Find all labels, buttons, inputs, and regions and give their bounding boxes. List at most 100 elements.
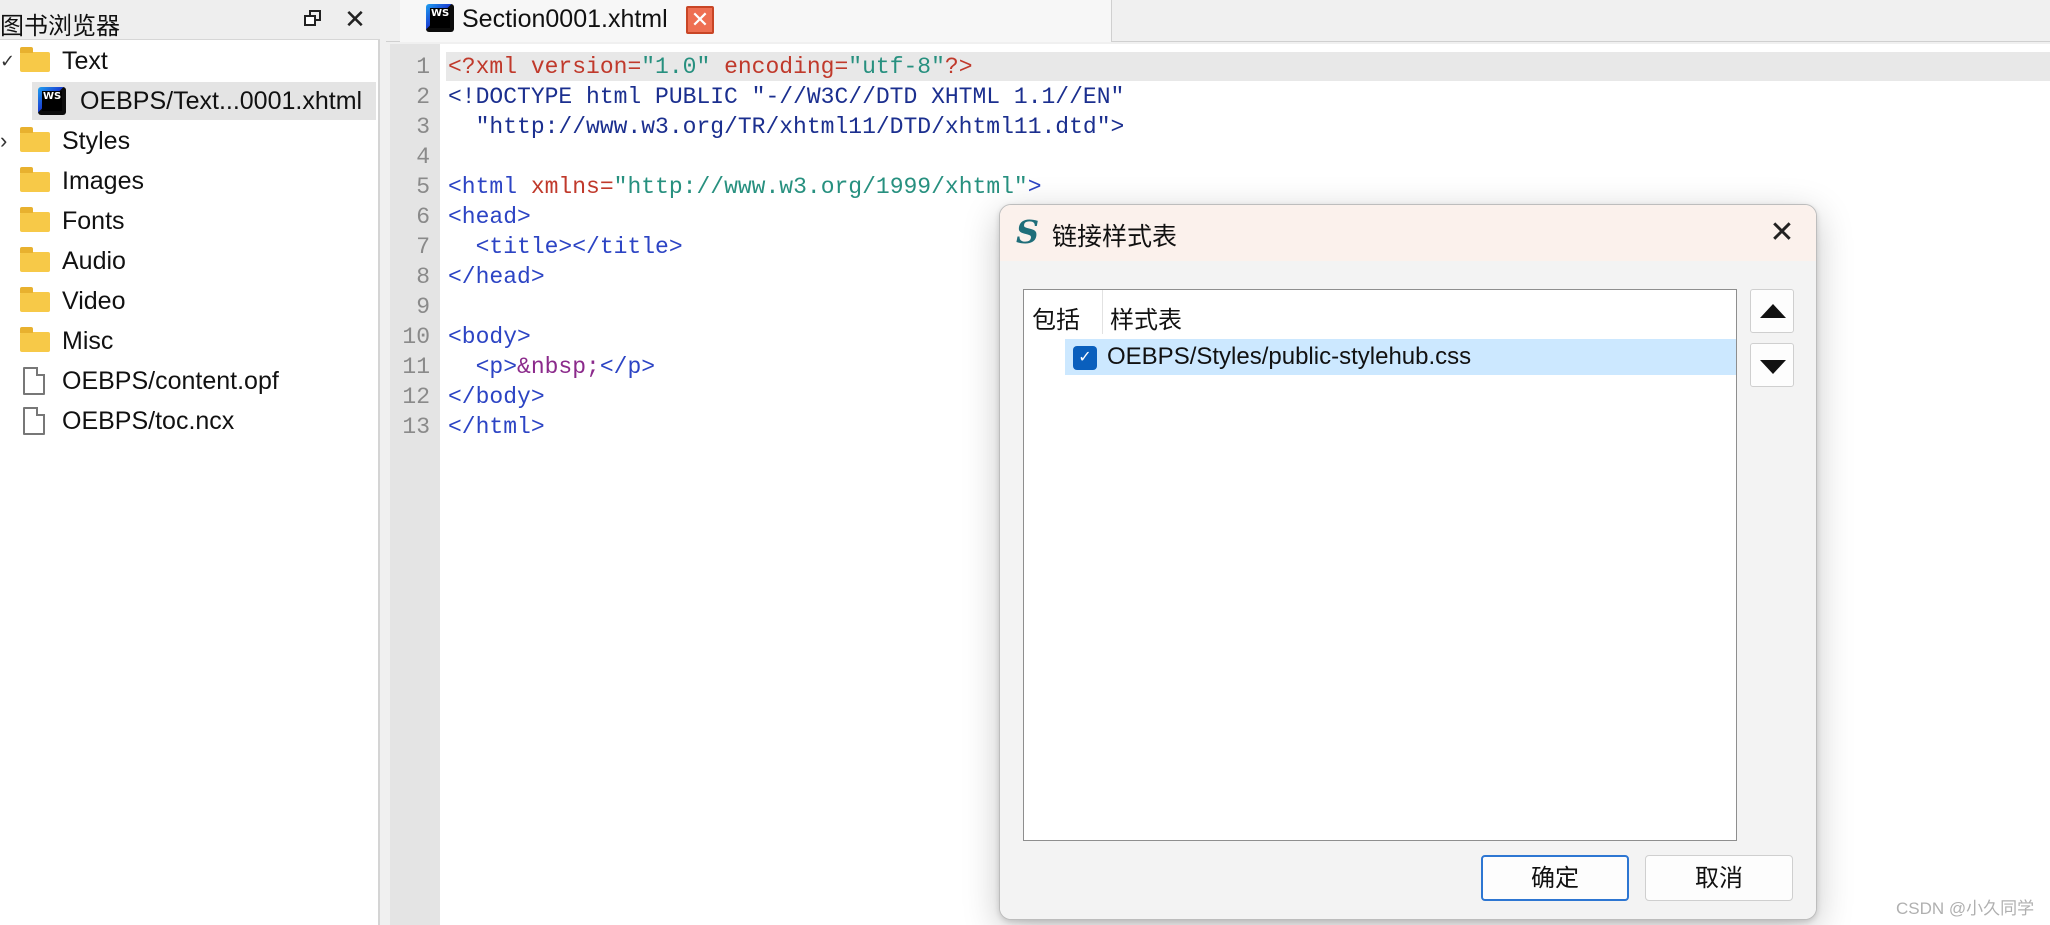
- folder-icon: [20, 47, 50, 72]
- code-token: &nbsp;: [517, 354, 600, 380]
- code-token: <p>: [448, 354, 518, 380]
- code-token: </p>: [599, 354, 656, 380]
- code-token: encoding=: [710, 54, 849, 80]
- xhtml-file-icon: WS: [38, 87, 66, 115]
- sigil-editor-window: 图书浏览器 ✕ ✓ Text WS OEBPS/Text...0001.xhtm…: [0, 0, 2050, 925]
- folder-icon: [20, 287, 50, 312]
- dialog-body: 包括 样式表 ✓ OEBPS/Styles/public-stylehub.cs…: [1000, 261, 1816, 919]
- line-number: 13: [402, 414, 430, 440]
- tree-item-misc-folder[interactable]: Misc: [0, 322, 378, 360]
- stylesheet-list[interactable]: 包括 样式表 ✓ OEBPS/Styles/public-stylehub.cs…: [1023, 289, 1737, 841]
- code-token: version=: [530, 54, 642, 80]
- line-number-gutter: 1 2 3 4 5 6 7 8 9 10 11 12 13: [390, 44, 440, 925]
- close-panel-button[interactable]: ✕: [340, 4, 370, 34]
- book-browser-header: 图书浏览器 ✕: [0, 0, 380, 40]
- file-icon: [23, 407, 45, 435]
- code-line-2: <!DOCTYPE html PUBLIC "-//W3C//DTD XHTML…: [448, 84, 1125, 110]
- stylesheet-path: OEBPS/Styles/public-stylehub.css: [1107, 343, 1472, 370]
- code-token: "utf-8": [848, 54, 945, 80]
- dialog-titlebar[interactable]: S 链接样式表 ✕: [1000, 205, 1816, 261]
- folder-icon: [20, 127, 50, 152]
- tree-item-text-folder[interactable]: ✓ Text: [0, 42, 378, 80]
- file-icon: [23, 367, 45, 395]
- tab-close-button[interactable]: ✕: [686, 6, 714, 34]
- column-separator[interactable]: [1102, 290, 1103, 334]
- code-line-3: "http://www.w3.org/TR/xhtml11/DTD/xhtml1…: [448, 114, 1125, 140]
- float-window-icon: [304, 10, 322, 26]
- arrow-up-icon: [1760, 304, 1786, 318]
- code-line-5: <html xmlns="http://www.w3.org/1999/xhtm…: [448, 174, 1042, 200]
- tree-item-label: Styles: [62, 127, 131, 155]
- collapsed-chevron-icon[interactable]: ›: [0, 122, 14, 160]
- dialog-close-button[interactable]: ✕: [1762, 213, 1802, 253]
- move-up-button[interactable]: [1750, 289, 1794, 333]
- tree-item-label: Images: [62, 167, 144, 195]
- list-item[interactable]: ✓ OEBPS/Styles/public-stylehub.css: [1065, 339, 1736, 375]
- tree-item-content-opf[interactable]: OEBPS/content.opf: [0, 362, 378, 400]
- code-token: <html: [448, 174, 531, 200]
- tree-item-label: Text: [62, 47, 108, 75]
- folder-icon: [20, 247, 50, 272]
- tree-item-label: Fonts: [62, 207, 125, 235]
- column-header-include[interactable]: 包括: [1032, 300, 1080, 335]
- line-number: 10: [402, 324, 430, 350]
- include-checkbox[interactable]: ✓: [1073, 346, 1097, 370]
- code-line-1: <?xml version="1.0" encoding="utf-8"?>: [448, 54, 973, 80]
- tree-item-section-file[interactable]: WS OEBPS/Text...0001.xhtml: [0, 82, 378, 120]
- sigil-app-icon: S: [1016, 213, 1040, 251]
- line-number: 6: [416, 204, 430, 230]
- code-line-11: <p>&nbsp;</p>: [448, 354, 655, 380]
- tree-item-label: OEBPS/Text...0001.xhtml: [80, 87, 363, 115]
- line-number: 9: [416, 294, 430, 320]
- arrow-down-icon: [1760, 360, 1786, 374]
- line-number: 11: [402, 354, 430, 380]
- tree-item-audio-folder[interactable]: Audio: [0, 242, 378, 280]
- expanded-chevron-icon[interactable]: ✓: [0, 42, 15, 80]
- code-token: ?>: [944, 54, 973, 80]
- tree-item-fonts-folder[interactable]: Fonts: [0, 202, 378, 240]
- tree-item-label: Video: [62, 287, 126, 315]
- line-number: 7: [416, 234, 430, 260]
- float-panel-button[interactable]: [298, 4, 328, 34]
- code-line-12: </body>: [448, 384, 545, 410]
- tree-item-toc-ncx[interactable]: OEBPS/toc.ncx: [0, 402, 378, 440]
- folder-icon: [20, 207, 50, 232]
- cancel-button[interactable]: 取消: [1645, 855, 1793, 901]
- code-line-6: <head>: [448, 204, 531, 230]
- line-number: 2: [416, 84, 430, 110]
- line-number: 8: [416, 264, 430, 290]
- editor-tab-bar: WS Section0001.xhtml ✕: [386, 0, 2050, 42]
- folder-icon: [20, 327, 50, 352]
- list-column-header: 包括 样式表: [1024, 290, 1736, 334]
- move-down-button[interactable]: [1750, 343, 1794, 387]
- tab-section0001[interactable]: WS Section0001.xhtml ✕: [400, 0, 1112, 42]
- line-number: 5: [416, 174, 430, 200]
- tree-item-label: OEBPS/content.opf: [62, 367, 279, 395]
- code-token: "1.0": [641, 54, 711, 80]
- code-token: <?xml: [448, 54, 531, 80]
- line-number: 12: [402, 384, 430, 410]
- line-number: 1: [416, 54, 430, 80]
- dialog-title: 链接样式表: [1052, 223, 1178, 251]
- code-token: >: [1027, 174, 1042, 200]
- code-token: "http://www.w3.org/1999/xhtml": [613, 174, 1028, 200]
- ok-button[interactable]: 确定: [1481, 855, 1629, 901]
- tree-item-video-folder[interactable]: Video: [0, 282, 378, 320]
- column-header-stylesheet[interactable]: 样式表: [1110, 300, 1182, 335]
- tree-item-label: Audio: [62, 247, 126, 275]
- book-browser-panel: 图书浏览器 ✕ ✓ Text WS OEBPS/Text...0001.xhtm…: [0, 0, 380, 925]
- line-number: 4: [416, 144, 430, 170]
- link-stylesheets-dialog: S 链接样式表 ✕ 包括 样式表 ✓ OEBPS/Styles/public-s…: [999, 204, 1817, 920]
- book-browser-title: 图书浏览器: [0, 13, 120, 40]
- code-line-7: <title></title>: [448, 234, 683, 260]
- code-line-8: </head>: [448, 264, 545, 290]
- code-token: xmlns=: [530, 174, 614, 200]
- code-line-10: <body>: [448, 324, 531, 350]
- code-line-13: </html>: [448, 414, 545, 440]
- watermark: CSDN @小久同学: [1896, 899, 2035, 918]
- tree-item-images-folder[interactable]: Images: [0, 162, 378, 200]
- xhtml-file-icon: WS: [426, 4, 454, 32]
- folder-icon: [20, 167, 50, 192]
- tree-item-styles-folder[interactable]: › Styles: [0, 122, 378, 160]
- tree-item-label: Misc: [62, 327, 114, 355]
